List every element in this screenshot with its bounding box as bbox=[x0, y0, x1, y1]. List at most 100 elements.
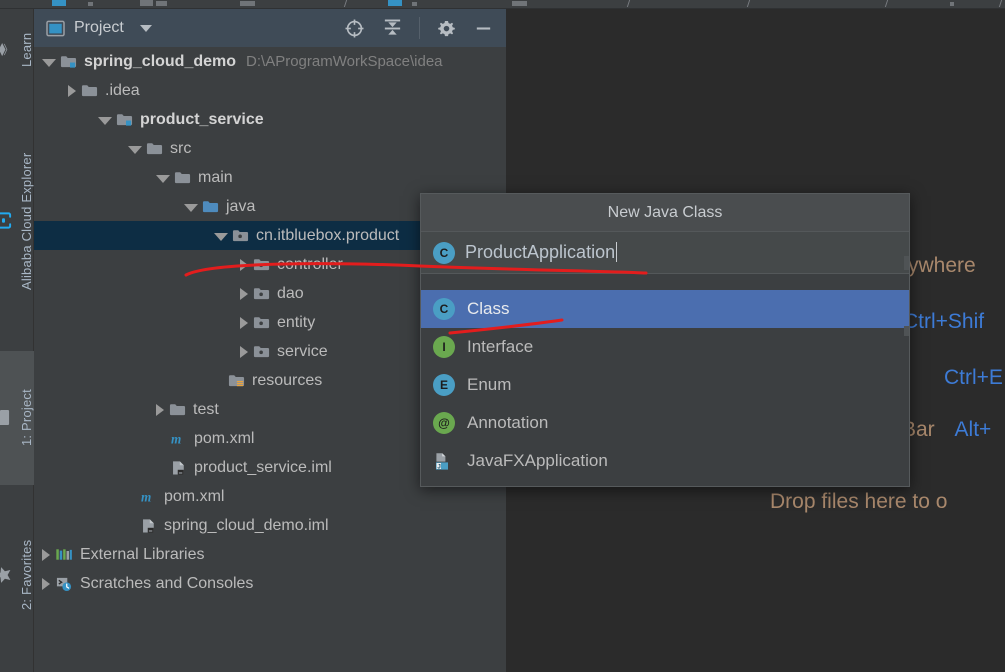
tree-row-idea[interactable]: .idea bbox=[34, 76, 506, 105]
tree-row-product-service[interactable]: product_service bbox=[34, 105, 506, 134]
sidebar-item-learn[interactable]: Learn bbox=[0, 9, 34, 91]
hint-shortcut-ctrl-e: Ctrl+E bbox=[944, 366, 1003, 390]
expand-arrow-icon[interactable] bbox=[184, 204, 198, 212]
breadcrumb bbox=[0, 0, 1005, 9]
tree-row-label: src bbox=[170, 140, 191, 158]
gear-icon[interactable] bbox=[436, 18, 457, 39]
tree-row-label: spring_cloud_demo bbox=[84, 53, 236, 71]
expand-arrow-icon[interactable] bbox=[214, 233, 228, 241]
package-icon bbox=[253, 344, 270, 359]
new-java-class-dialog[interactable]: New Java Class C ProductApplication C Cl… bbox=[420, 193, 910, 487]
tree-row-src[interactable]: src bbox=[34, 134, 506, 163]
list-item-javafxapplication[interactable]: J JavaFXApplication bbox=[421, 442, 909, 480]
project-panel-toolbar bbox=[343, 9, 494, 47]
list-item-label: Interface bbox=[467, 337, 533, 357]
svg-text:m: m bbox=[141, 489, 151, 504]
tree-row-label: main bbox=[198, 169, 233, 187]
maven-m-icon: m bbox=[140, 489, 157, 504]
folder-icon bbox=[169, 402, 186, 417]
sidebar-item-favorites[interactable]: 2: Favorites bbox=[0, 501, 34, 649]
tree-row-label: cn.itbluebox.product bbox=[256, 227, 399, 245]
left-tool-window-bar: Learn Alibaba Cloud Explorer 1: Project bbox=[0, 9, 34, 672]
tree-row-label: .idea bbox=[105, 82, 140, 100]
list-item-class[interactable]: C Class bbox=[421, 290, 909, 328]
tree-row-label: product_service.iml bbox=[194, 459, 332, 477]
expand-arrow-icon[interactable] bbox=[156, 404, 164, 416]
expand-arrow-icon[interactable] bbox=[156, 175, 170, 183]
expand-arrow-icon[interactable] bbox=[42, 578, 50, 590]
tree-row-label: External Libraries bbox=[80, 546, 205, 564]
maven-m-icon: m bbox=[170, 431, 187, 446]
sidebar-item-label: Alibaba Cloud Explorer bbox=[19, 152, 34, 289]
folder-icon bbox=[0, 410, 11, 427]
graduation-cap-icon bbox=[0, 43, 12, 58]
list-item-annotation[interactable]: @ Annotation bbox=[421, 404, 909, 442]
expand-arrow-icon[interactable] bbox=[240, 346, 248, 358]
package-icon bbox=[253, 257, 270, 272]
project-window-icon bbox=[46, 20, 65, 37]
expand-arrow-icon[interactable] bbox=[42, 549, 50, 561]
tree-row-scratches-and-consoles[interactable]: Scratches and Consoles bbox=[34, 569, 506, 598]
tree-row-path: D:\AProgramWorkSpace\idea bbox=[246, 53, 442, 70]
toolbar-divider bbox=[419, 17, 420, 39]
libraries-icon bbox=[55, 547, 73, 562]
tree-row-label: entity bbox=[277, 314, 315, 332]
tree-row-label: spring_cloud_demo.iml bbox=[164, 517, 329, 535]
hint-shortcut-ctrl-shift: Ctrl+Shif bbox=[903, 310, 984, 334]
tree-row-main[interactable]: main bbox=[34, 163, 506, 192]
list-item-label: JavaFXApplication bbox=[467, 451, 608, 471]
class-name-input-row[interactable]: C ProductApplication bbox=[421, 232, 909, 274]
tree-row-label: resources bbox=[252, 372, 322, 390]
tree-row-spring-cloud-demo-iml[interactable]: spring_cloud_demo.iml bbox=[34, 511, 506, 540]
class-name-input[interactable]: ProductApplication bbox=[465, 242, 617, 263]
expand-arrow-icon[interactable] bbox=[68, 85, 76, 97]
list-item-interface[interactable]: I Interface bbox=[421, 328, 909, 366]
dialog-title: New Java Class bbox=[421, 194, 909, 232]
tree-row-label: service bbox=[277, 343, 328, 361]
tree-row-label: dao bbox=[277, 285, 304, 303]
expand-arrow-icon[interactable] bbox=[240, 259, 248, 271]
sidebar-item-project[interactable]: 1: Project bbox=[0, 351, 34, 485]
dialog-separator bbox=[421, 274, 909, 290]
module-folder-icon bbox=[60, 54, 77, 69]
expand-arrow-icon[interactable] bbox=[240, 317, 248, 329]
minimize-icon[interactable] bbox=[473, 18, 494, 39]
list-item-enum[interactable]: E Enum bbox=[421, 366, 909, 404]
tree-row-label: pom.xml bbox=[194, 430, 254, 448]
expand-arrow-icon[interactable] bbox=[128, 146, 142, 154]
class-kind-list[interactable]: C Class I Interface E Enum @ Annotation bbox=[421, 290, 909, 480]
list-item-label: Class bbox=[467, 299, 510, 319]
expand-arrow-icon[interactable] bbox=[98, 117, 112, 125]
sidebar-item-label: 2: Favorites bbox=[19, 540, 34, 610]
collapse-all-icon[interactable] bbox=[382, 18, 403, 39]
tree-row-external-libraries[interactable]: External Libraries bbox=[34, 540, 506, 569]
project-title-group[interactable]: Project bbox=[46, 19, 152, 37]
text-caret bbox=[616, 242, 617, 262]
javafx-file-icon: J bbox=[433, 450, 455, 472]
tree-row-label: java bbox=[226, 198, 255, 216]
package-icon bbox=[232, 228, 249, 243]
folder-icon bbox=[81, 83, 98, 98]
annotation-at-icon: @ bbox=[433, 412, 455, 434]
crosshair-target-icon[interactable] bbox=[343, 17, 366, 40]
chevron-down-icon[interactable] bbox=[140, 25, 152, 32]
scratches-icon bbox=[55, 576, 73, 592]
drop-files-hint: Drop files here to o bbox=[770, 490, 947, 514]
tree-row-label: controller bbox=[277, 256, 343, 274]
sidebar-item-alibaba-cloud-explorer[interactable]: Alibaba Cloud Explorer bbox=[0, 105, 34, 337]
class-name-input-value: ProductApplication bbox=[465, 242, 615, 262]
sidebar-item-label: Learn bbox=[19, 33, 34, 67]
dialog-scrollbar[interactable] bbox=[904, 232, 909, 488]
list-item-label: Enum bbox=[467, 375, 511, 395]
source-folder-icon bbox=[202, 199, 219, 214]
expand-arrow-icon[interactable] bbox=[42, 59, 56, 67]
module-folder-icon bbox=[116, 112, 133, 127]
svg-text:J: J bbox=[437, 463, 441, 470]
tree-row-label: test bbox=[193, 401, 219, 419]
folder-icon bbox=[174, 170, 191, 185]
tree-row-label: pom.xml bbox=[164, 488, 224, 506]
expand-arrow-icon[interactable] bbox=[240, 288, 248, 300]
hint-navigation-bar: Bar Alt+ bbox=[902, 418, 991, 442]
package-icon bbox=[253, 286, 270, 301]
tree-row-spring-cloud-demo[interactable]: spring_cloud_demo D:\AProgramWorkSpace\i… bbox=[34, 47, 506, 76]
